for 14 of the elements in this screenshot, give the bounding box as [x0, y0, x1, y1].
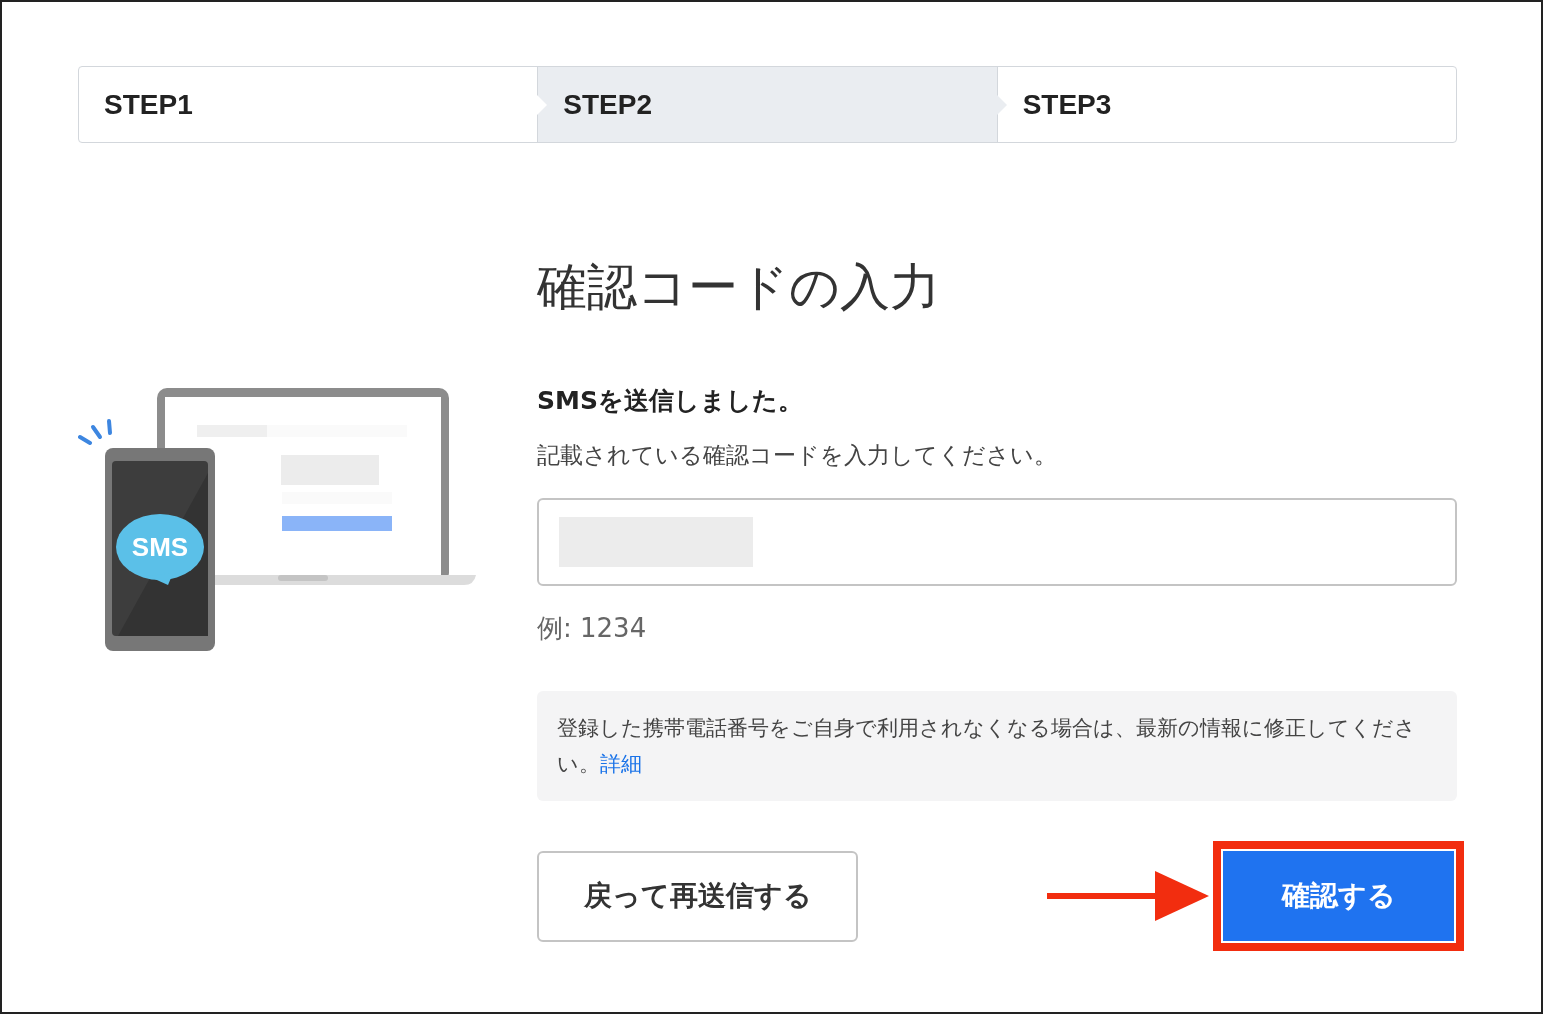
- sms-label: SMS: [131, 532, 189, 562]
- step-tab[interactable]: STEP2: [537, 67, 997, 142]
- page-title: 確認コードの入力: [537, 257, 941, 318]
- message-heading: SMSを送信しました。: [537, 385, 804, 417]
- step-tab[interactable]: STEP1: [79, 67, 538, 142]
- message-text: 記載されている確認コードを入力してください。: [537, 441, 1058, 470]
- details-link[interactable]: 詳細: [600, 752, 642, 776]
- input-hint: 例: 1234: [537, 612, 648, 645]
- confirm-button[interactable]: 確認する: [1223, 851, 1454, 941]
- notice-text: 登録した携帯電話番号をご自身で利用されなくなる場合は、最新の情報に修正してください。詳細: [557, 715, 1417, 778]
- code-input-field[interactable]: [537, 498, 1457, 586]
- signal-lines-icon: [78, 419, 112, 445]
- resend-button[interactable]: 戻って再送信する: [537, 850, 858, 942]
- step-tab[interactable]: STEP3: [996, 67, 1456, 142]
